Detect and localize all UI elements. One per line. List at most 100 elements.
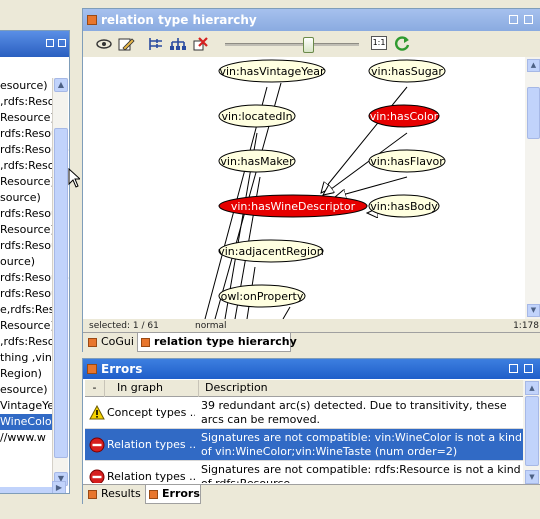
graph-canvas[interactable]: vin:hasVintageYear vin:hasSugar vin:locate…: [85, 57, 525, 319]
column-header-in-graph[interactable]: In graph: [105, 380, 199, 397]
tab-errors[interactable]: Errors: [145, 485, 201, 504]
tree-item[interactable]: e,rdfs:Res: [0, 302, 55, 318]
graph-node[interactable]: vin:hasSugar: [368, 59, 446, 83]
maximize-icon[interactable]: [524, 15, 533, 24]
tree-item[interactable]: WineColor;vin: [0, 414, 69, 430]
column-header-description[interactable]: Description: [199, 380, 523, 397]
tab-results[interactable]: Results: [85, 485, 143, 504]
scroll-up-button[interactable]: ▲: [527, 59, 540, 72]
graph-node[interactable]: vin:hasWineDescriptor: [218, 194, 368, 218]
left-panel-titlebar: [0, 31, 69, 57]
view-titlebar: relation type hierarchy: [83, 9, 540, 31]
scroll-up-button[interactable]: ▲: [54, 78, 68, 92]
error-description: Signatures are not compatible: rdfs:Reso…: [201, 463, 521, 483]
graph-vertical-scrollbar[interactable]: ▲ ▼: [525, 57, 540, 319]
hierarchy-layout-icon[interactable]: [169, 36, 187, 52]
tree-layout-icon[interactable]: [147, 36, 165, 52]
graph-node-label: vin:hasVintageYear: [219, 65, 325, 78]
bottom-tabs: Results Errors: [83, 484, 540, 504]
tree-item[interactable]: thing ,vin:: [0, 350, 56, 366]
tab-icon: [149, 490, 158, 499]
error-row[interactable]: Relation types ... Signatures are not com…: [85, 461, 523, 483]
scroll-down-button[interactable]: ▼: [525, 470, 539, 484]
maximize-icon[interactable]: [58, 39, 66, 47]
zoom-slider[interactable]: [225, 37, 359, 53]
tree-item[interactable]: esource): [0, 78, 52, 94]
edit-icon[interactable]: [117, 36, 135, 52]
view-title: relation type hierarchy: [101, 13, 257, 27]
tree-item[interactable]: ,rdfs:Resour: [0, 94, 66, 110]
scroll-thumb[interactable]: [54, 128, 68, 458]
pin-icon[interactable]: [46, 39, 54, 47]
errors-title: Errors: [101, 362, 143, 376]
left-vertical-scrollbar[interactable]: ▲ ▼: [52, 78, 68, 486]
zoom-reset-button[interactable]: 1:1: [371, 36, 387, 50]
tree-item[interactable]: //www.w: [0, 430, 52, 446]
minimize-icon[interactable]: [509, 15, 518, 24]
tree-item[interactable]: rdfs:Resource: [0, 142, 69, 158]
tree-item[interactable]: Resource): [0, 222, 55, 238]
tree-item[interactable]: source): [0, 190, 52, 206]
tree-item[interactable]: Resource): [0, 174, 55, 190]
graph-node-label: vin:hasWineDescriptor: [231, 200, 356, 213]
scroll-down-button[interactable]: ▼: [527, 304, 540, 317]
scroll-right-button[interactable]: ▶: [52, 481, 66, 493]
graph-node[interactable]: vin:hasFlavor: [368, 149, 446, 173]
error-in-graph: Relation types ...: [107, 470, 195, 483]
left-tree-panel: esource) ,rdfs:Resour Resource) rdfs:Resour…: [0, 30, 70, 494]
tree-item[interactable]: rdfs:Resource: [0, 270, 69, 286]
tree-item[interactable]: rdfs:Resour: [0, 126, 63, 142]
tab-icon: [88, 338, 97, 347]
tab-relation-type-hierarchy[interactable]: relation type hierarchy: [137, 333, 297, 352]
tree-item[interactable]: esource): [0, 382, 52, 398]
graph-node[interactable]: vin:hasMaker: [218, 149, 296, 173]
column-header-icon[interactable]: -: [85, 380, 105, 397]
left-horizontal-scrollbar[interactable]: ▶: [0, 481, 66, 493]
graph-node[interactable]: vin:hasBody: [368, 194, 440, 218]
scroll-thumb[interactable]: [527, 87, 540, 139]
view-icon: [87, 15, 97, 25]
errors-view: Errors - In graph Description Concept ty…: [82, 358, 540, 504]
refresh-icon[interactable]: [393, 35, 411, 53]
maximize-icon[interactable]: [524, 364, 533, 373]
scroll-thumb[interactable]: [525, 396, 539, 466]
error-row[interactable]: Concept types ... 39 redundant arc(s) det…: [85, 397, 523, 429]
errors-table-header: - In graph Description: [85, 380, 523, 397]
eye-icon[interactable]: [95, 36, 113, 52]
error-description: 39 redundant arc(s) detected. Due to tra…: [201, 399, 507, 426]
tree-item[interactable]: ,rdfs:Reso: [0, 158, 55, 174]
tab-cogui[interactable]: CoGui: [85, 333, 135, 352]
graph-node[interactable]: vin:hasColor: [368, 104, 440, 128]
graph-node[interactable]: vin:locatedIn: [218, 104, 296, 128]
editor-tabs: CoGui relation type hierarchy: [83, 332, 540, 352]
clear-icon[interactable]: [191, 36, 209, 52]
graph-node[interactable]: owl:onProperty: [218, 284, 306, 308]
graph-node[interactable]: vin:adjacentRegion: [218, 239, 324, 263]
slider-track: [225, 43, 359, 46]
mouse-pointer-icon: [68, 168, 80, 188]
tree-item[interactable]: VintageYe: [0, 398, 54, 414]
warning-icon: [89, 404, 105, 421]
errors-titlebar: Errors: [83, 359, 540, 379]
error-description: Signatures are not compatible: vin:WineC…: [201, 431, 522, 458]
graph-node-label: owl:onProperty: [221, 290, 304, 303]
errors-vertical-scrollbar[interactable]: ▲ ▼: [523, 380, 540, 484]
graph-node[interactable]: vin:hasVintageYear: [218, 59, 326, 83]
slider-knob[interactable]: [303, 37, 315, 53]
tree-item[interactable]: rdfs:Resour: [0, 238, 63, 254]
tree-item[interactable]: ource): [0, 254, 52, 270]
tree-item[interactable]: Resource): [0, 110, 55, 126]
graph-node-label: vin:hasMaker: [220, 155, 294, 168]
graph-node-label: vin:adjacentRegion: [218, 245, 324, 258]
error-row[interactable]: Relation types ... Signatures are not com…: [85, 429, 523, 461]
tree-item[interactable]: Resource): [0, 318, 55, 334]
minimize-icon[interactable]: [509, 364, 518, 373]
graph-node-label: vin:hasSugar: [371, 65, 443, 78]
tree-item[interactable]: rdfs:Resour: [0, 206, 63, 222]
scroll-up-button[interactable]: ▲: [525, 381, 539, 395]
tree-item[interactable]: rdfs:Resourc: [0, 286, 68, 302]
graph-node-label: vin:hasFlavor: [370, 155, 444, 168]
tree-item[interactable]: Region): [0, 366, 52, 382]
tab-label: CoGui: [101, 335, 134, 348]
tree-item[interactable]: ,rdfs:Reso: [0, 334, 55, 350]
